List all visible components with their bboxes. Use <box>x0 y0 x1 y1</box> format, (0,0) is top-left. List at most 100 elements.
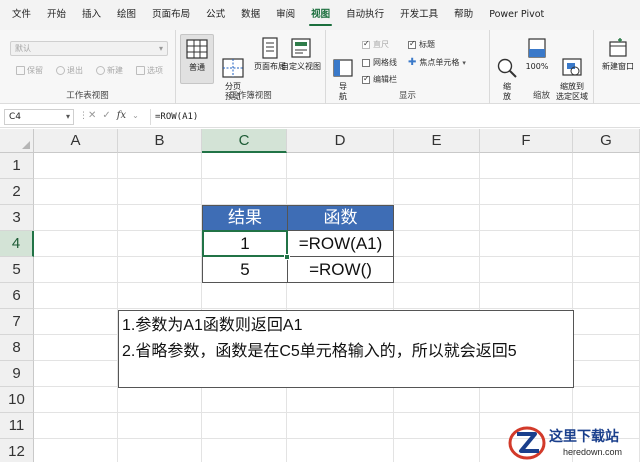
menu-item[interactable]: 页面布局 <box>144 0 198 30</box>
more-icon: ⋮ <box>79 111 88 121</box>
row-header-4[interactable]: 4 <box>0 231 34 257</box>
row-header-2[interactable]: 2 <box>0 179 34 205</box>
note-line: 2.省略参数，函数是在C5单元格输入的，所以就会返回5 <box>122 343 517 360</box>
row-header-8[interactable]: 8 <box>0 335 34 361</box>
menu-item[interactable]: 数据 <box>233 0 268 30</box>
custom-view-icon <box>289 37 313 59</box>
zoom-selection-icon <box>560 47 584 76</box>
page-break-preview-button[interactable]: 分页 预览 <box>216 34 250 101</box>
menu-item[interactable]: Power Pivot <box>481 0 552 30</box>
group-label: 工作表视图 <box>66 91 109 101</box>
row-header-7[interactable]: 7 <box>0 309 34 335</box>
menu-item[interactable]: 文件 <box>4 0 39 30</box>
menu-item[interactable]: 帮助 <box>446 0 481 30</box>
menu-item[interactable]: 开始 <box>39 0 74 30</box>
group-label: 缩放 <box>532 91 550 101</box>
menu-item[interactable]: 视图 <box>303 0 338 30</box>
menu-item[interactable]: 插入 <box>74 0 109 30</box>
chevron-down-icon: ▾ <box>462 58 466 67</box>
row-gridline <box>34 178 640 179</box>
cancel-icon[interactable]: ✕ <box>88 110 96 121</box>
keep-view-button[interactable]: 保留 <box>16 65 43 76</box>
navigation-button[interactable]: 导 航 <box>328 34 358 101</box>
row-gridline <box>34 412 640 413</box>
row-header-9[interactable]: 9 <box>0 361 34 387</box>
zoom-button[interactable]: 缩 放 <box>492 34 522 101</box>
zoom-100-icon <box>525 37 549 59</box>
menu-item[interactable]: 开发工具 <box>392 0 446 30</box>
view-options-button[interactable]: 选项 <box>136 65 163 76</box>
formula-bar-checkbox[interactable]: 编辑栏 <box>362 74 397 85</box>
chevron-down-icon[interactable]: ⌄ <box>132 111 139 120</box>
magnifier-icon <box>495 47 519 78</box>
window-group: 新建窗口 <box>594 30 640 104</box>
group-label: 工作簿视图 <box>229 91 272 101</box>
table-cell[interactable]: =ROW(A1) <box>287 230 394 257</box>
row-header-6[interactable]: 6 <box>0 283 34 309</box>
name-box[interactable]: C4 ▾ <box>4 109 74 125</box>
formula-input[interactable]: =ROW(A1) <box>150 109 636 125</box>
new-window-button[interactable]: 新建窗口 <box>596 34 640 84</box>
sheet-view-select[interactable]: 默认 ▾ <box>10 41 168 56</box>
ribbon: 默认 ▾ 保留 退出 新建 选项 工作表视图 普通 分页 预览 页面布局 自定义… <box>0 30 640 104</box>
focus-cell-button[interactable]: ✚ 焦点单元格 ▾ <box>408 57 466 68</box>
new-window-icon <box>606 37 630 59</box>
menu-item[interactable]: 审阅 <box>268 0 303 30</box>
note-line: 1.参数为A1函数则返回A1 <box>122 317 303 334</box>
column-header-a[interactable]: A <box>34 129 118 153</box>
row-header-12[interactable]: 12 <box>0 439 34 462</box>
row-header-10[interactable]: 10 <box>0 387 34 413</box>
sheet-view-group: 默认 ▾ 保留 退出 新建 选项 工作表视图 <box>0 30 176 104</box>
table-cell[interactable]: =ROW() <box>287 256 394 283</box>
row-header-3[interactable]: 3 <box>0 205 34 231</box>
confirm-icon[interactable]: ✓ <box>102 110 110 121</box>
watermark-url: heredown.com <box>563 447 623 457</box>
insert-function-icon[interactable]: fx <box>117 110 126 121</box>
column-header-d[interactable]: D <box>287 129 394 153</box>
keep-icon <box>16 66 25 75</box>
table-cell[interactable]: 5 <box>202 256 288 283</box>
row-header-11[interactable]: 11 <box>0 413 34 439</box>
headings-checkbox[interactable]: 标题 <box>408 39 435 50</box>
page-break-icon <box>221 47 245 78</box>
custom-view-button[interactable]: 自定义视图 <box>278 34 324 84</box>
ruler-checkbox[interactable]: 直尺 <box>362 39 389 50</box>
site-watermark: 这里下载站 heredown.com <box>505 423 640 462</box>
new-view-icon <box>96 66 105 75</box>
table-cell[interactable]: 1 <box>202 230 288 257</box>
workbook-views-group: 普通 分页 预览 页面布局 自定义视图 工作簿视图 <box>176 30 326 104</box>
row-header-5[interactable]: 5 <box>0 257 34 283</box>
column-header-g[interactable]: G <box>573 129 640 153</box>
watermark-text: 这里下载站 <box>549 429 619 445</box>
column-header-b[interactable]: B <box>118 129 202 153</box>
fill-handle[interactable] <box>284 254 290 260</box>
gridlines-checkbox[interactable]: 网格线 <box>362 57 397 68</box>
row-gridline <box>34 308 640 309</box>
exit-view-button[interactable]: 退出 <box>56 65 83 76</box>
eye-icon <box>56 66 65 75</box>
zoom-to-selection-button[interactable]: 缩放到 选定区域 <box>552 34 592 101</box>
focus-cell-icon: ✚ <box>408 57 417 68</box>
group-label: 显示 <box>398 91 416 101</box>
options-icon <box>136 66 145 75</box>
select-all-button[interactable] <box>0 129 34 153</box>
table-header-cell[interactable]: 函数 <box>287 205 394 231</box>
zoom-100-button[interactable]: 100% <box>522 34 552 84</box>
normal-view-button[interactable]: 普通 <box>180 34 214 84</box>
column-header-f[interactable]: F <box>480 129 573 153</box>
chevron-down-icon: ▾ <box>65 112 70 121</box>
column-header-c[interactable]: C <box>202 129 287 153</box>
new-view-button[interactable]: 新建 <box>96 65 123 76</box>
show-group: 导 航 直尺 网格线 编辑栏 标题 ✚ 焦点单元格 ▾ 显示 <box>326 30 490 104</box>
zoom-group: 缩 放 100% 缩放到 选定区域 缩放 <box>490 30 594 104</box>
column-header-e[interactable]: E <box>394 129 480 153</box>
table-header-cell[interactable]: 结果 <box>202 205 288 231</box>
menu-item[interactable]: 绘图 <box>109 0 144 30</box>
menu-item[interactable]: 公式 <box>198 0 233 30</box>
normal-view-icon <box>185 38 209 60</box>
formula-bar: C4 ▾ ⋮ ✕ ✓ fx ⌄ =ROW(A1) <box>0 106 640 128</box>
notes-textbox[interactable]: 1.参数为A1函数则返回A1 2.省略参数，函数是在C5单元格输入的，所以就会返… <box>118 310 574 388</box>
navigation-icon <box>331 47 355 77</box>
menu-item[interactable]: 自动执行 <box>338 0 392 30</box>
row-header-1[interactable]: 1 <box>0 153 34 179</box>
